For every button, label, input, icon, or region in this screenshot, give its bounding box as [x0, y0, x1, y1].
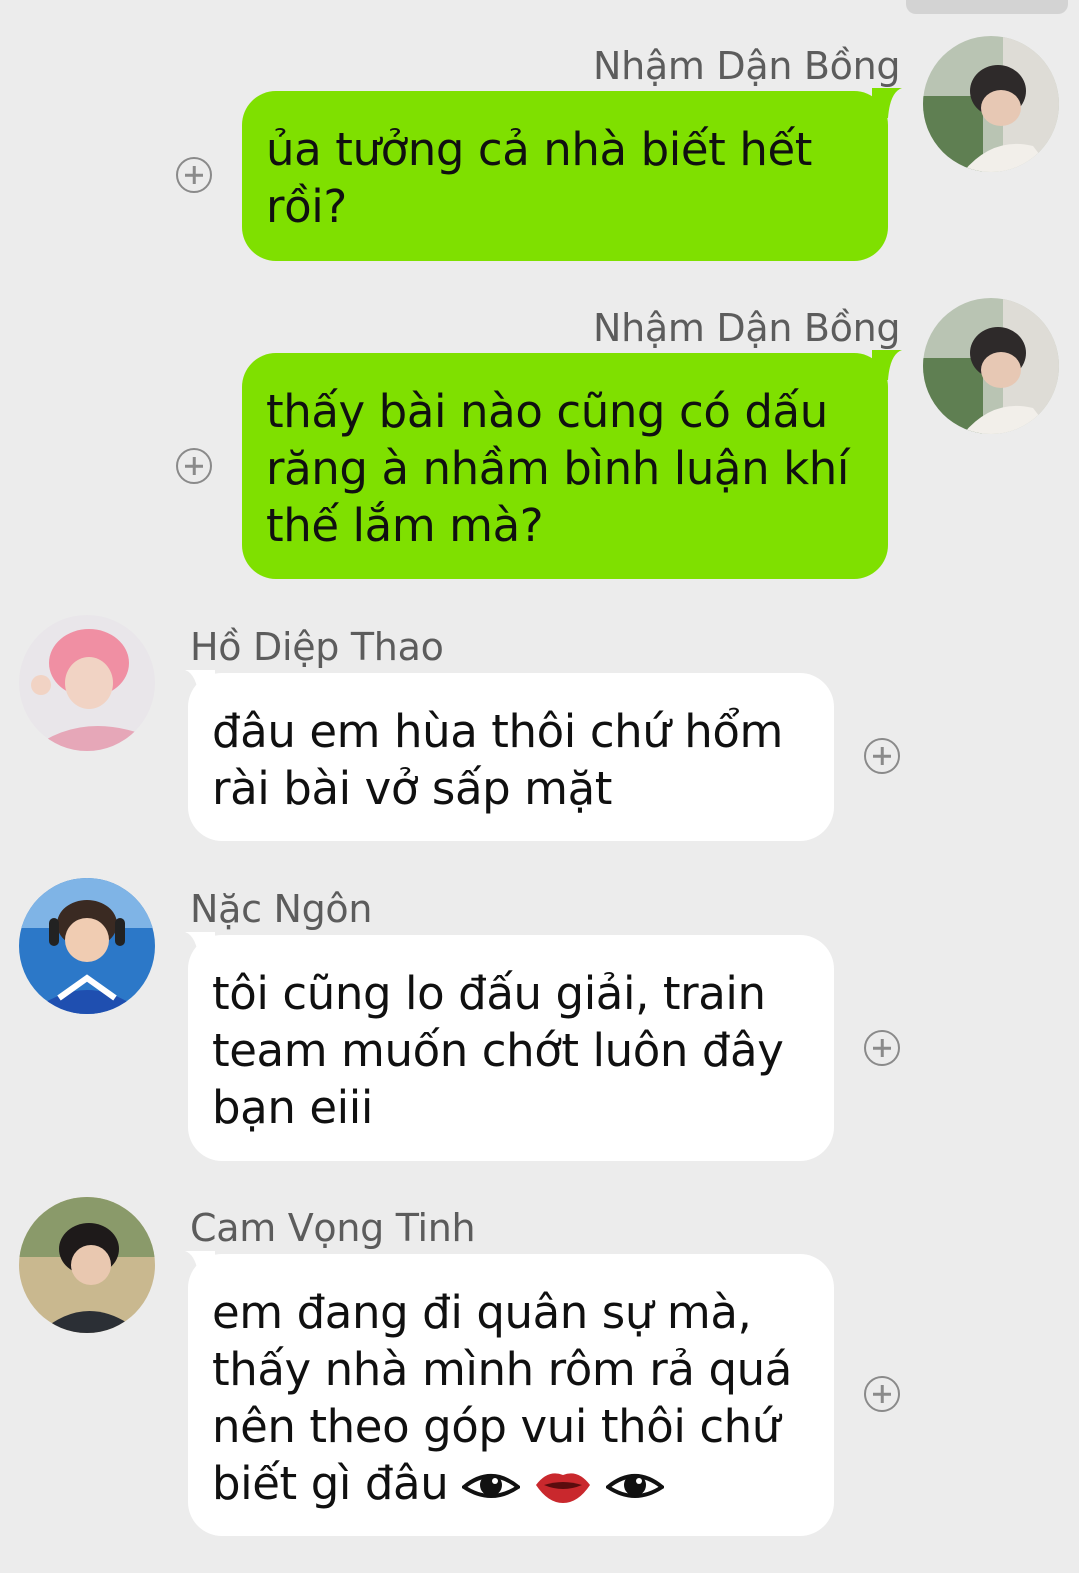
- message-line: nên theo góp vui thôi chứ: [212, 1400, 780, 1453]
- add-reaction-icon[interactable]: [176, 157, 212, 193]
- message-bubble[interactable]: đâu em hùa thôi chứ hổm rài bài vở sấp m…: [188, 673, 834, 841]
- message-line: biết gì đâu: [212, 1457, 449, 1510]
- eye-emoji: [462, 1474, 521, 1498]
- avatar[interactable]: [19, 878, 155, 1014]
- sender-name: Cam Vọng Tinh: [190, 1206, 476, 1250]
- message-line: răng à nhầm bình luận khí: [266, 442, 850, 495]
- message-line: thế lắm mà?: [266, 499, 544, 552]
- message-line: em đang đi quân sự mà,: [212, 1286, 752, 1339]
- message-line: team muốn chớt luôn đây: [212, 1024, 784, 1077]
- top-tab: [906, 0, 1068, 14]
- message-bubble[interactable]: em đang đi quân sự mà, thấy nhà mình rôm…: [188, 1254, 834, 1536]
- message-line: ủa tưởng cả nhà biết hết: [266, 123, 812, 176]
- message-line: tôi cũng lo đấu giải, train: [212, 967, 766, 1020]
- eye-emoji: [606, 1474, 665, 1498]
- avatar[interactable]: [923, 36, 1059, 172]
- add-reaction-icon[interactable]: [864, 1030, 900, 1066]
- sender-name: Nhậm Dận Bồng: [593, 306, 901, 350]
- lips-emoji: [536, 1473, 591, 1503]
- message-line-last: biết gì đâu: [212, 1455, 810, 1512]
- avatar[interactable]: [19, 615, 155, 751]
- message-bubble[interactable]: ủa tưởng cả nhà biết hết rồi?: [242, 91, 888, 261]
- message-line: thấy bài nào cũng có dấu: [266, 385, 828, 438]
- add-reaction-icon[interactable]: [176, 448, 212, 484]
- avatar[interactable]: [19, 1197, 155, 1333]
- message-line: thấy nhà mình rôm rả quá: [212, 1343, 792, 1396]
- sender-name: Hồ Diệp Thao: [190, 625, 444, 669]
- message-line: rài bài vở sấp mặt: [212, 762, 613, 815]
- avatar[interactable]: [923, 298, 1059, 434]
- sender-name: Nặc Ngôn: [190, 887, 373, 931]
- add-reaction-icon[interactable]: [864, 1376, 900, 1412]
- message-line: rồi?: [266, 180, 347, 233]
- message-line: bạn eiii: [212, 1081, 373, 1134]
- message-bubble[interactable]: tôi cũng lo đấu giải, train team muốn ch…: [188, 935, 834, 1161]
- add-reaction-icon[interactable]: [864, 738, 900, 774]
- message-bubble[interactable]: thấy bài nào cũng có dấu răng à nhầm bìn…: [242, 353, 888, 579]
- message-line: đâu em hùa thôi chứ hổm: [212, 705, 783, 758]
- sender-name: Nhậm Dận Bồng: [593, 44, 901, 88]
